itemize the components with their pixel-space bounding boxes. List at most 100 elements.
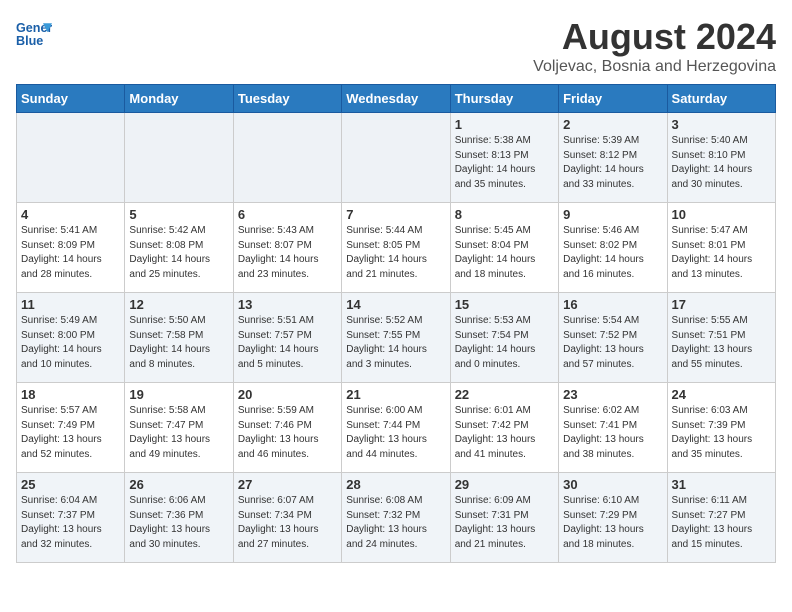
day-info: Sunrise: 6:04 AM Sunset: 7:37 PM Dayligh… [21,494,120,552]
calendar-cell: 7Sunrise: 5:44 AM Sunset: 8:05 PM Daylig… [342,203,450,293]
calendar-cell [233,113,341,203]
day-number: 12 [129,297,228,312]
logo: General Blue [16,16,52,52]
day-number: 26 [129,477,228,492]
subtitle: Voljevac, Bosnia and Herzegovina [533,58,776,76]
day-info: Sunrise: 5:38 AM Sunset: 8:13 PM Dayligh… [455,134,554,192]
day-info: Sunrise: 5:42 AM Sunset: 8:08 PM Dayligh… [129,224,228,282]
calendar-header: SundayMondayTuesdayWednesdayThursdayFrid… [17,85,776,113]
header-day-thursday: Thursday [450,85,558,113]
day-info: Sunrise: 5:43 AM Sunset: 8:07 PM Dayligh… [238,224,337,282]
day-info: Sunrise: 6:00 AM Sunset: 7:44 PM Dayligh… [346,404,445,462]
day-info: Sunrise: 5:58 AM Sunset: 7:47 PM Dayligh… [129,404,228,462]
week-row-4: 18Sunrise: 5:57 AM Sunset: 7:49 PM Dayli… [17,383,776,473]
day-number: 5 [129,207,228,222]
day-number: 6 [238,207,337,222]
day-info: Sunrise: 6:02 AM Sunset: 7:41 PM Dayligh… [563,404,662,462]
day-info: Sunrise: 5:40 AM Sunset: 8:10 PM Dayligh… [672,134,771,192]
day-info: Sunrise: 6:07 AM Sunset: 7:34 PM Dayligh… [238,494,337,552]
header-day-sunday: Sunday [17,85,125,113]
day-number: 21 [346,387,445,402]
header-day-saturday: Saturday [667,85,775,113]
header-day-friday: Friday [559,85,667,113]
day-number: 8 [455,207,554,222]
calendar-cell: 5 Sunrise: 5:42 AM Sunset: 8:08 PM Daylig… [125,203,233,293]
calendar-cell: 17Sunrise: 5:55 AM Sunset: 7:51 PM Dayli… [667,293,775,383]
header-day-monday: Monday [125,85,233,113]
calendar-cell: 28 Sunrise: 6:08 AM Sunset: 7:32 PM Dayli… [342,473,450,563]
day-number: 22 [455,387,554,402]
day-info: Sunrise: 5:51 AM Sunset: 7:57 PM Dayligh… [238,314,337,372]
day-info: Sunrise: 5:49 AM Sunset: 8:00 PM Dayligh… [21,314,120,372]
calendar-cell: 30 Sunrise: 6:10 AM Sunset: 7:29 PM Dayli… [559,473,667,563]
day-number: 30 [563,477,662,492]
header-day-wednesday: Wednesday [342,85,450,113]
calendar-cell: 13Sunrise: 5:51 AM Sunset: 7:57 PM Dayli… [233,293,341,383]
day-number: 19 [129,387,228,402]
week-row-1: 1 Sunrise: 5:38 AM Sunset: 8:13 PM Daylig… [17,113,776,203]
calendar-cell: 15 Sunrise: 5:53 AM Sunset: 7:54 PM Dayli… [450,293,558,383]
day-info: Sunrise: 6:11 AM Sunset: 7:27 PM Dayligh… [672,494,771,552]
svg-text:Blue: Blue [16,34,43,48]
calendar-cell: 10 Sunrise: 5:47 AM Sunset: 8:01 PM Dayli… [667,203,775,293]
day-number: 31 [672,477,771,492]
calendar-cell: 31 Sunrise: 6:11 AM Sunset: 7:27 PM Dayli… [667,473,775,563]
calendar-cell: 14Sunrise: 5:52 AM Sunset: 7:55 PM Dayli… [342,293,450,383]
week-row-3: 11 Sunrise: 5:49 AM Sunset: 8:00 PM Dayli… [17,293,776,383]
day-number: 24 [672,387,771,402]
header-day-tuesday: Tuesday [233,85,341,113]
calendar-cell: 16Sunrise: 5:54 AM Sunset: 7:52 PM Dayli… [559,293,667,383]
header: General Blue August 2024 Voljevac, Bosni… [16,16,776,76]
calendar-cell: 22 Sunrise: 6:01 AM Sunset: 7:42 PM Dayli… [450,383,558,473]
day-number: 3 [672,117,771,132]
day-info: Sunrise: 5:39 AM Sunset: 8:12 PM Dayligh… [563,134,662,192]
calendar-cell: 9Sunrise: 5:46 AM Sunset: 8:02 PM Daylig… [559,203,667,293]
title-area: August 2024 Voljevac, Bosnia and Herzego… [533,16,776,76]
calendar-cell: 4Sunrise: 5:41 AM Sunset: 8:09 PM Daylig… [17,203,125,293]
day-info: Sunrise: 6:09 AM Sunset: 7:31 PM Dayligh… [455,494,554,552]
day-number: 2 [563,117,662,132]
day-number: 28 [346,477,445,492]
calendar-cell: 27 Sunrise: 6:07 AM Sunset: 7:34 PM Dayli… [233,473,341,563]
calendar-cell: 6 Sunrise: 5:43 AM Sunset: 8:07 PM Daylig… [233,203,341,293]
day-number: 16 [563,297,662,312]
day-info: Sunrise: 6:08 AM Sunset: 7:32 PM Dayligh… [346,494,445,552]
calendar-cell [17,113,125,203]
calendar-cell [125,113,233,203]
day-info: Sunrise: 5:45 AM Sunset: 8:04 PM Dayligh… [455,224,554,282]
day-number: 27 [238,477,337,492]
day-number: 10 [672,207,771,222]
calendar-body: 1 Sunrise: 5:38 AM Sunset: 8:13 PM Daylig… [17,113,776,563]
day-info: Sunrise: 6:10 AM Sunset: 7:29 PM Dayligh… [563,494,662,552]
day-number: 17 [672,297,771,312]
day-number: 7 [346,207,445,222]
day-info: Sunrise: 5:47 AM Sunset: 8:01 PM Dayligh… [672,224,771,282]
calendar-cell: 3 Sunrise: 5:40 AM Sunset: 8:10 PM Daylig… [667,113,775,203]
header-row: SundayMondayTuesdayWednesdayThursdayFrid… [17,85,776,113]
day-number: 11 [21,297,120,312]
day-info: Sunrise: 6:06 AM Sunset: 7:36 PM Dayligh… [129,494,228,552]
day-number: 4 [21,207,120,222]
day-number: 15 [455,297,554,312]
day-info: Sunrise: 5:59 AM Sunset: 7:46 PM Dayligh… [238,404,337,462]
main-title: August 2024 [533,16,776,58]
calendar-cell: 21 Sunrise: 6:00 AM Sunset: 7:44 PM Dayli… [342,383,450,473]
day-info: Sunrise: 5:50 AM Sunset: 7:58 PM Dayligh… [129,314,228,372]
calendar-table: SundayMondayTuesdayWednesdayThursdayFrid… [16,84,776,563]
day-number: 1 [455,117,554,132]
day-info: Sunrise: 5:52 AM Sunset: 7:55 PM Dayligh… [346,314,445,372]
day-number: 29 [455,477,554,492]
calendar-cell: 1 Sunrise: 5:38 AM Sunset: 8:13 PM Daylig… [450,113,558,203]
calendar-cell: 2 Sunrise: 5:39 AM Sunset: 8:12 PM Daylig… [559,113,667,203]
week-row-2: 4Sunrise: 5:41 AM Sunset: 8:09 PM Daylig… [17,203,776,293]
calendar-cell: 25Sunrise: 6:04 AM Sunset: 7:37 PM Dayli… [17,473,125,563]
calendar-cell: 26 Sunrise: 6:06 AM Sunset: 7:36 PM Dayli… [125,473,233,563]
calendar-cell: 29 Sunrise: 6:09 AM Sunset: 7:31 PM Dayli… [450,473,558,563]
week-row-5: 25Sunrise: 6:04 AM Sunset: 7:37 PM Dayli… [17,473,776,563]
calendar-cell: 19 Sunrise: 5:58 AM Sunset: 7:47 PM Dayli… [125,383,233,473]
day-number: 20 [238,387,337,402]
day-info: Sunrise: 6:01 AM Sunset: 7:42 PM Dayligh… [455,404,554,462]
calendar-cell: 18Sunrise: 5:57 AM Sunset: 7:49 PM Dayli… [17,383,125,473]
day-info: Sunrise: 6:03 AM Sunset: 7:39 PM Dayligh… [672,404,771,462]
day-info: Sunrise: 5:53 AM Sunset: 7:54 PM Dayligh… [455,314,554,372]
